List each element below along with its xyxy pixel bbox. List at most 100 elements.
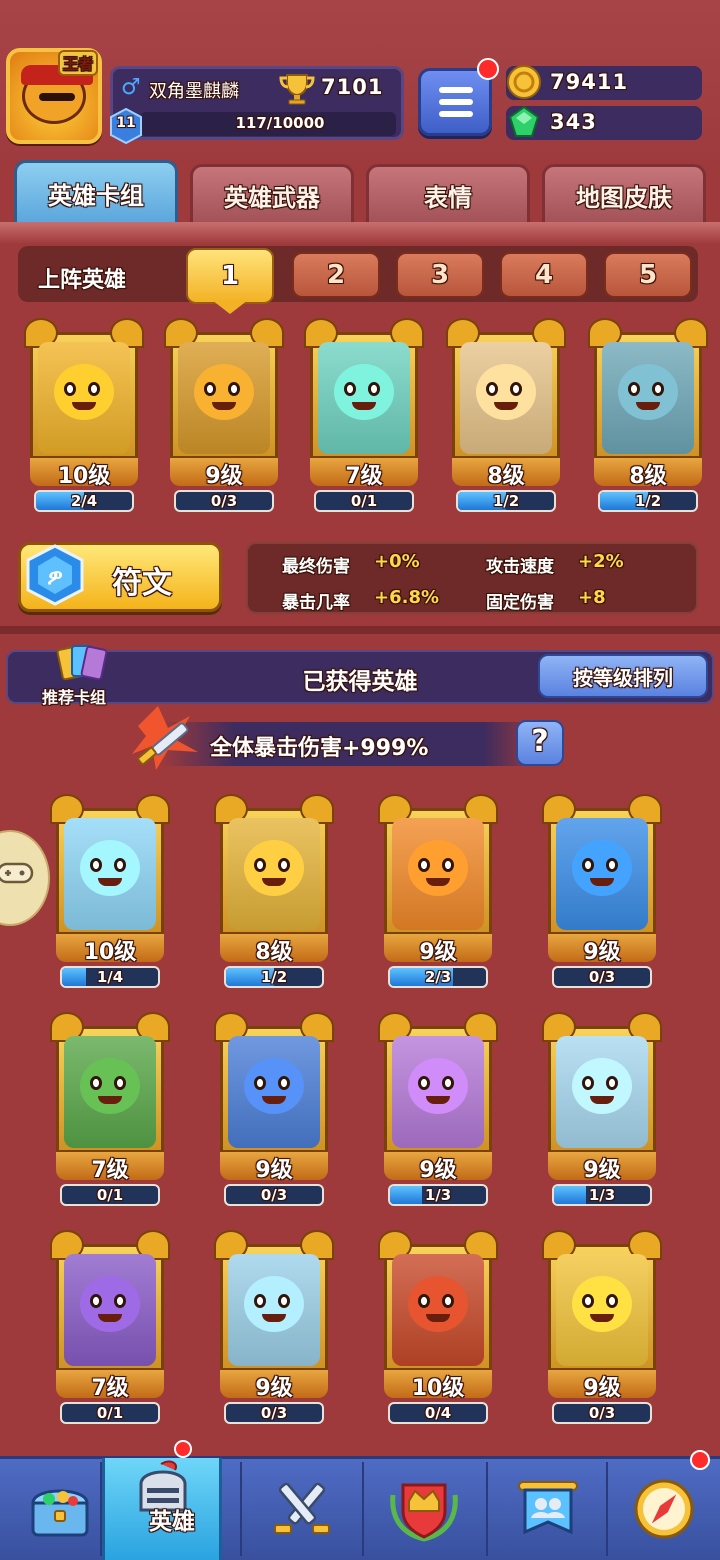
gem-currency[interactable]: 343: [506, 105, 702, 140]
hero-level: 9级: [419, 1158, 457, 1183]
player-name: 双角墨麒麟: [149, 81, 239, 102]
hero-level: 7级: [345, 464, 383, 489]
obtained-hero-card[interactable]: 9级 1/3: [542, 1012, 662, 1206]
hero-face: [618, 364, 678, 420]
gold-coin-icon: [507, 65, 541, 99]
help-button[interactable]: ?: [516, 720, 564, 766]
obtained-heroes-title: 已获得英雄: [302, 669, 418, 695]
hero-eye: [628, 382, 640, 396]
hero-mouth: [590, 878, 614, 886]
hero-eye: [606, 1294, 618, 1308]
attack-speed-value: +2%: [578, 551, 624, 572]
hero-eye: [442, 1294, 454, 1308]
lineup-hero-card[interactable]: 8级 1/2: [588, 318, 708, 512]
hero-card-progress-text: 0/4: [424, 1404, 452, 1422]
hero-card-progress: 0/1: [60, 1184, 160, 1206]
lineup-slot-2[interactable]: 2: [292, 252, 380, 298]
lineup-slot-5[interactable]: 5: [604, 252, 692, 298]
obtained-hero-card[interactable]: 7级 0/1: [50, 1012, 170, 1206]
lineup-hero-card[interactable]: 7级 0/1: [304, 318, 424, 512]
tab-emotes[interactable]: 表情: [366, 164, 530, 224]
menu-line: [439, 99, 473, 105]
obtained-hero-card[interactable]: 10级 1/4: [50, 794, 170, 988]
lineup-hero-card[interactable]: 8级 1/2: [446, 318, 566, 512]
hero-level: 7级: [91, 1376, 129, 1401]
obtained-hero-card[interactable]: 9级 2/3: [378, 794, 498, 988]
tab-hero-weapons[interactable]: 英雄武器: [190, 164, 354, 224]
menu-line: [439, 87, 473, 93]
hero-card-progress-text: 0/1: [350, 492, 378, 510]
hero-eye: [278, 858, 290, 872]
avatar-portrait: [21, 65, 93, 124]
hero-card-progress-text: 0/3: [260, 1186, 288, 1204]
hero-eye: [368, 382, 380, 396]
lineup-slot-1[interactable]: 1: [186, 248, 274, 304]
hero-card-progress-text: 0/3: [588, 1404, 616, 1422]
nav-explore[interactable]: [604, 1458, 720, 1560]
hero-eye: [582, 1076, 594, 1090]
hero-portrait: [228, 818, 320, 930]
hero-eye: [510, 382, 522, 396]
recommended-deck-label[interactable]: 推荐卡组: [42, 684, 106, 708]
menu-line: [439, 111, 473, 117]
hero-card-progress: 1/4: [60, 966, 160, 988]
crown-shield-icon: [390, 1483, 458, 1542]
recommended-deck-icon[interactable]: [54, 644, 110, 686]
player-level: 11: [116, 115, 136, 131]
crit-rate-label: 暴击几率: [282, 593, 350, 613]
obtained-hero-card[interactable]: 7级 0/1: [50, 1230, 170, 1424]
hero-card-progress: 0/1: [314, 490, 414, 512]
hero-mouth: [590, 1314, 614, 1322]
hero-mouth: [262, 1314, 286, 1322]
hero-face: [476, 364, 536, 420]
hero-eye: [344, 382, 356, 396]
obtained-hero-card[interactable]: 9级 0/3: [214, 1230, 334, 1424]
lineup-slot-3[interactable]: 3: [396, 252, 484, 298]
lineup-hero-card[interactable]: 10级 2/4: [24, 318, 144, 512]
obtained-hero-card[interactable]: 9级 0/3: [214, 1012, 334, 1206]
hero-level: 9级: [583, 1158, 621, 1183]
obtained-hero-card[interactable]: 9级 1/3: [378, 1012, 498, 1206]
hero-eye: [278, 1294, 290, 1308]
nav-team[interactable]: [488, 1458, 608, 1560]
hero-card-progress-text: 0/1: [96, 1404, 124, 1422]
gold-currency[interactable]: 79411: [506, 65, 702, 100]
hero-eye: [418, 1076, 430, 1090]
hero-card-progress: 0/3: [552, 966, 652, 988]
hero-face: [54, 364, 114, 420]
hero-level: 9级: [419, 940, 457, 965]
treasure-chest-icon: [31, 1489, 89, 1537]
lineup-hero-card[interactable]: 9级 0/3: [164, 318, 284, 512]
tab-hero-deck[interactable]: 英雄卡组: [14, 160, 178, 224]
hero-card-progress: 0/3: [224, 1402, 324, 1424]
hero-eye: [90, 1294, 102, 1308]
menu-button[interactable]: [418, 68, 492, 136]
svg-text:ዎ: ዎ: [47, 565, 63, 590]
tab-map-skins[interactable]: 地图皮肤: [542, 164, 706, 224]
hero-face: [334, 364, 394, 420]
nav-ranking[interactable]: [364, 1458, 484, 1560]
hero-card-progress-text: 1/4: [96, 968, 124, 986]
hero-mouth: [426, 1314, 450, 1322]
hero-portrait: [556, 1036, 648, 1148]
obtained-hero-card[interactable]: 8级 1/2: [214, 794, 334, 988]
obtained-hero-card[interactable]: 9级 0/3: [542, 1230, 662, 1424]
gamepad-icon: [0, 862, 34, 884]
hero-level: 10级: [83, 940, 137, 965]
trophy-icon: [279, 74, 315, 105]
sort-by-level-button[interactable]: 按等级排列: [538, 654, 708, 698]
nav-battle[interactable]: [242, 1458, 362, 1560]
hero-level: 8级: [629, 464, 667, 489]
obtained-hero-card[interactable]: 10级 0/4: [378, 1230, 498, 1424]
hero-mouth: [352, 402, 376, 410]
hero-mouth: [426, 1096, 450, 1104]
hero-eye: [442, 1076, 454, 1090]
category-tabs: 英雄卡组 英雄武器 表情 地图皮肤: [0, 160, 720, 224]
lineup-slot-4[interactable]: 4: [500, 252, 588, 298]
obtained-hero-card[interactable]: 9级 0/3: [542, 794, 662, 988]
hero-eye: [228, 382, 240, 396]
hero-card-progress-text: 1/2: [492, 492, 520, 510]
hero-face: [408, 1058, 468, 1114]
hero-eye: [582, 1294, 594, 1308]
hero-portrait: [228, 1036, 320, 1148]
